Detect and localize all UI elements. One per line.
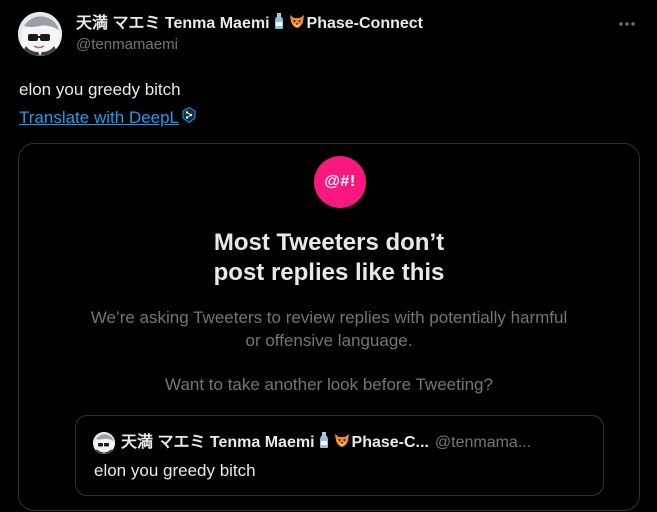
quoted-author-name-suffix: Phase-C...: [351, 434, 429, 451]
warning-icon: @#!: [314, 156, 366, 208]
quoted-reply[interactable]: 天満 マエミ Tenma Maemi Phase-C... @tenmama..…: [75, 415, 604, 496]
deepl-icon: [182, 106, 196, 128]
avatar[interactable]: [18, 12, 62, 56]
avatar-image: [18, 12, 62, 56]
tweet-text: elon you greedy bitch: [19, 80, 181, 99]
translate-link[interactable]: Translate with DeepL: [19, 106, 196, 128]
author-name[interactable]: 天満 マエミ Tenma Maemi Phase-Connect: [76, 12, 423, 36]
quoted-author-name-text: 天満 マエミ Tenma Maemi: [121, 434, 315, 451]
more-dots-icon: [619, 22, 635, 26]
warning-question: Want to take another look before Tweetin…: [165, 375, 493, 394]
fox-emoji-icon: [288, 12, 306, 36]
quoted-reply-header: 天満 マエミ Tenma Maemi Phase-C... @tenmama..…: [93, 431, 588, 455]
warning-icon-text: @#!: [324, 173, 356, 190]
quoted-avatar-image: [93, 432, 115, 454]
reply-warning-card: @#! Most Tweeters don’t post replies lik…: [18, 143, 640, 511]
bottle-emoji-icon: [316, 431, 332, 455]
quoted-author-handle: @tenmama...: [434, 434, 532, 451]
warning-title-line2: post replies like this: [213, 259, 445, 286]
author-name-text: 天満 マエミ Tenma Maemi: [76, 15, 270, 32]
warning-title: Most Tweeters don’t post replies like th…: [19, 228, 639, 288]
translate-label: Translate with DeepL: [19, 107, 180, 127]
quoted-author-name: 天満 マエミ Tenma Maemi Phase-C...: [121, 431, 429, 455]
more-button[interactable]: [615, 12, 639, 36]
bottle-emoji-icon: [271, 12, 287, 36]
author-handle[interactable]: @tenmamaemi: [76, 36, 178, 54]
fox-emoji-icon: [333, 431, 351, 455]
warning-title-line1: Most Tweeters don’t: [213, 229, 445, 256]
warning-description-line1: We’re asking Tweeters to review replies …: [90, 308, 568, 327]
quoted-reply-text: elon you greedy bitch: [94, 461, 256, 480]
author-name-suffix: Phase-Connect: [306, 15, 423, 32]
warning-description: We’re asking Tweeters to review replies …: [19, 306, 639, 352]
quoted-avatar: [93, 432, 115, 454]
warning-description-line2: or offensive language.: [245, 331, 413, 350]
